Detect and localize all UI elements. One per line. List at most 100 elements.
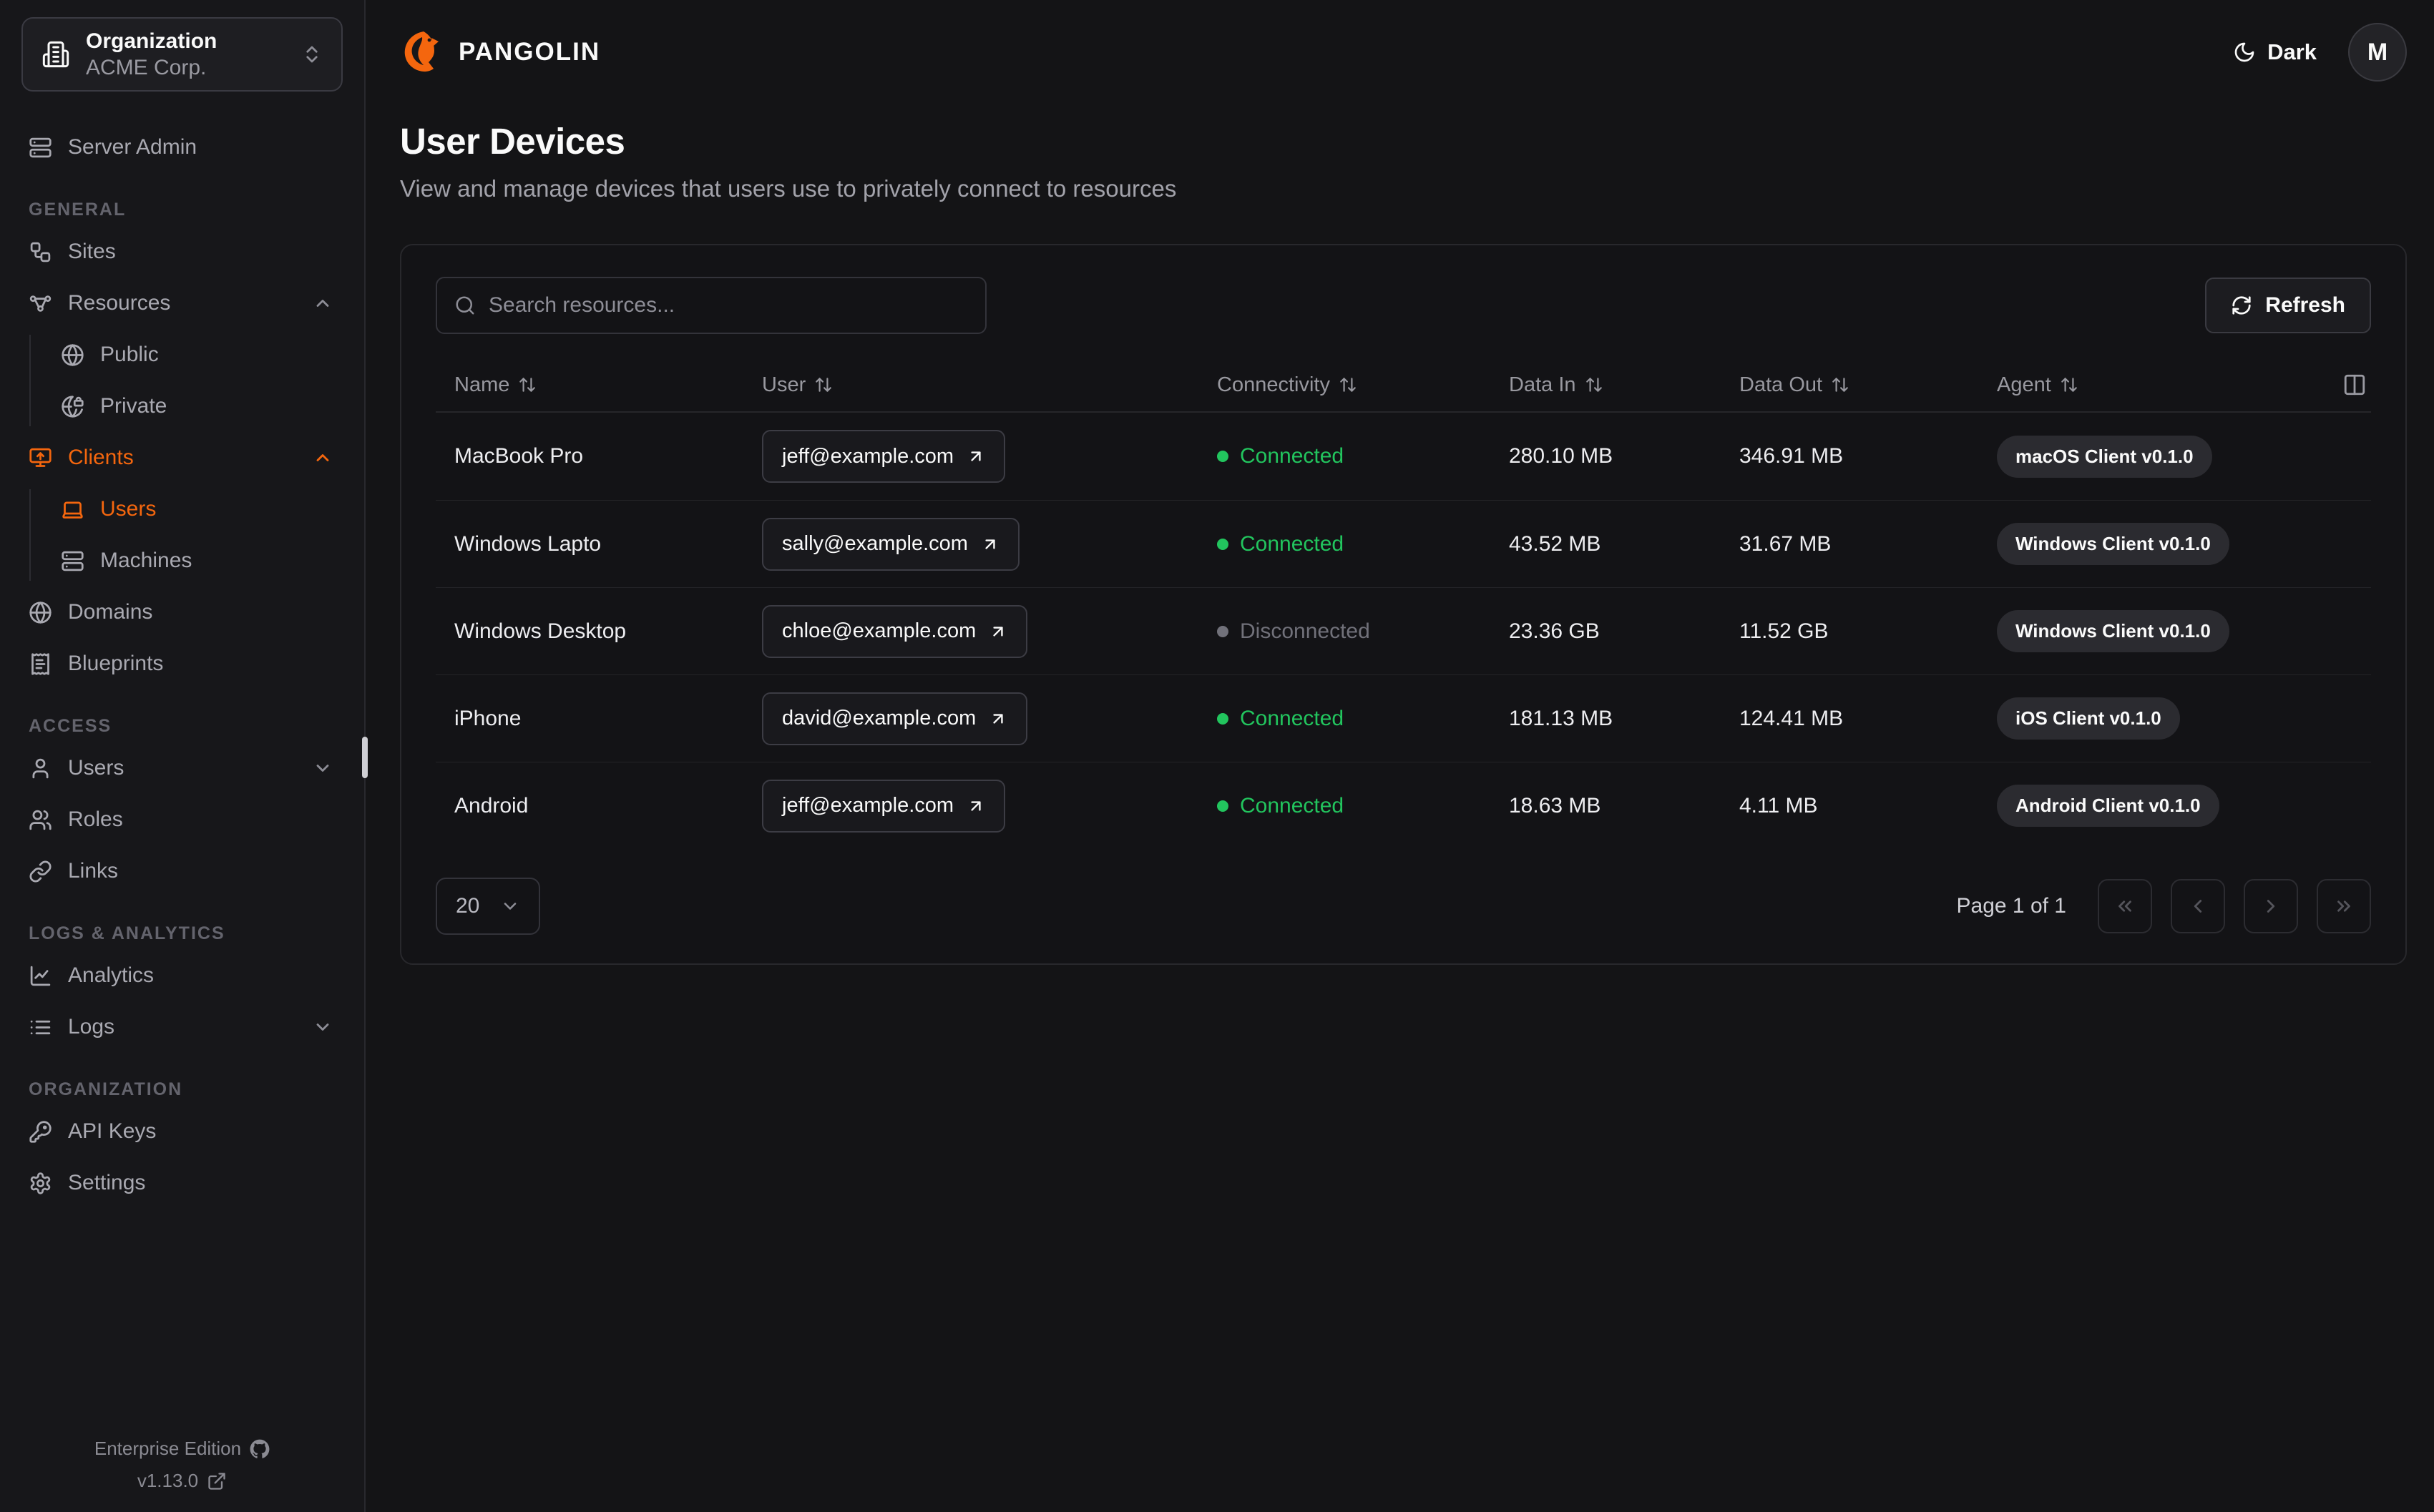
sort-user[interactable]: User: [762, 373, 1217, 397]
key-icon: [29, 1120, 52, 1143]
chevron-up-icon: [316, 454, 329, 461]
status-dot-icon: [1217, 625, 1228, 637]
refresh-icon: [2232, 296, 2251, 315]
moon-icon: [2234, 42, 2254, 62]
globe-lock-icon: [62, 395, 84, 418]
sidebar-item-label: Roles: [68, 807, 123, 831]
sort-agent[interactable]: Agent: [1997, 373, 2371, 397]
sidebar-item-label: Users: [100, 497, 157, 521]
column-label: Connectivity: [1217, 373, 1330, 396]
search-box: [436, 277, 987, 334]
sidebar-item-label: Machines: [100, 549, 192, 572]
user-link[interactable]: chloe@example.com: [762, 604, 1028, 658]
card-footer: 20 Page 1 of 1: [436, 878, 2371, 935]
globe-icon: [62, 343, 84, 366]
status-dot-icon: [1217, 451, 1228, 462]
sidebar-item-private[interactable]: Private: [0, 381, 364, 432]
sidebar-item-public[interactable]: Public: [0, 329, 364, 381]
page-size-select[interactable]: 20: [436, 878, 540, 935]
sidebar-item-label: API Keys: [68, 1119, 157, 1143]
link-icon: [29, 860, 52, 882]
sidebar-item-logs[interactable]: Logs: [0, 1001, 364, 1053]
chevron-down-icon: [316, 1023, 329, 1031]
sidebar-item-server-admin[interactable]: Server Admin: [0, 122, 364, 173]
data-out-value: 31.67 MB: [1739, 531, 1832, 556]
brand-logo[interactable]: PANGOLIN: [400, 29, 600, 75]
avatar-initial: M: [2367, 38, 2388, 66]
sidebar-item-links[interactable]: Links: [0, 845, 364, 897]
sidebar-item-api-keys[interactable]: API Keys: [0, 1106, 364, 1157]
search-input[interactable]: [489, 293, 968, 318]
pagination-prev-button[interactable]: [2171, 879, 2225, 933]
user-link[interactable]: jeff@example.com: [762, 430, 1006, 483]
building-icon: [42, 41, 69, 68]
data-in-value: 280.10 MB: [1509, 444, 1613, 468]
sidebar-item-machines[interactable]: Machines: [0, 535, 364, 586]
connectivity-status: Disconnected: [1217, 619, 1509, 644]
sidebar-item-resources[interactable]: Resources: [0, 278, 364, 329]
sidebar-item-label: Analytics: [68, 963, 155, 987]
column-label: Agent: [1997, 373, 2051, 396]
card-toolbar: Refresh: [436, 277, 2371, 334]
laptop-icon: [62, 501, 83, 519]
columns-toggle-button[interactable]: [2342, 373, 2367, 397]
pagination-next-button[interactable]: [2244, 879, 2298, 933]
table-body: MacBook Pro jeff@example.com Connected 2…: [436, 413, 2371, 849]
connectivity-status: Connected: [1217, 794, 1509, 818]
users-icon: [29, 810, 52, 830]
page-size-value: 20: [456, 894, 480, 918]
list-icon: [30, 1020, 51, 1034]
user-link[interactable]: david@example.com: [762, 692, 1028, 745]
sidebar-item-analytics[interactable]: Analytics: [0, 950, 364, 1001]
sidebar: Organization ACME Corp. Server Admin GEN…: [0, 0, 368, 1512]
user-email: jeff@example.com: [782, 794, 954, 817]
page-info: Page 1 of 1: [1956, 894, 2066, 918]
sort-name[interactable]: Name: [436, 373, 762, 397]
sidebar-item-access-users[interactable]: Users: [0, 742, 364, 794]
sidebar-item-label: Users: [68, 756, 124, 780]
connectivity-status: Connected: [1217, 444, 1509, 468]
sort-connectivity[interactable]: Connectivity: [1217, 373, 1509, 397]
topbar: PANGOLIN Dark M: [400, 21, 2407, 83]
status-text: Connected: [1240, 531, 1344, 556]
sidebar-item-clients[interactable]: Clients: [0, 432, 364, 483]
gear-icon: [30, 1172, 51, 1194]
pagination-last-button[interactable]: [2317, 879, 2371, 933]
sidebar-item-sites[interactable]: Sites: [0, 226, 364, 278]
arrow-up-right-icon: [985, 539, 995, 549]
sidebar-item-domains[interactable]: Domains: [0, 586, 364, 638]
device-name: MacBook Pro: [454, 444, 584, 468]
brand-name: PANGOLIN: [459, 38, 601, 66]
version-link[interactable]: v1.13.0: [137, 1470, 227, 1492]
sidebar-item-blueprints[interactable]: Blueprints: [0, 638, 364, 689]
section-organization: ORGANIZATION: [29, 1079, 183, 1099]
status-text: Disconnected: [1240, 619, 1370, 643]
chevron-down-icon: [504, 903, 517, 910]
theme-toggle[interactable]: Dark: [2233, 39, 2317, 65]
pagination-first-button[interactable]: [2098, 879, 2152, 933]
column-label: Data In: [1509, 373, 1576, 396]
sort-data-in[interactable]: Data In: [1509, 373, 1739, 397]
sidebar-item-settings[interactable]: Settings: [0, 1157, 364, 1209]
column-label: Name: [454, 373, 510, 396]
sort-data-out[interactable]: Data Out: [1739, 373, 1997, 397]
column-label: Data Out: [1739, 373, 1823, 396]
chart-line-icon: [30, 966, 51, 986]
edition-link[interactable]: Enterprise Edition: [94, 1438, 270, 1460]
user-avatar[interactable]: M: [2348, 23, 2407, 82]
user-link[interactable]: sally@example.com: [762, 517, 1020, 571]
server-icon: [62, 551, 84, 571]
github-icon: [250, 1439, 270, 1458]
org-switcher[interactable]: Organization ACME Corp.: [21, 17, 343, 92]
sort-icon: [1585, 378, 1602, 392]
user-email: sally@example.com: [782, 532, 968, 555]
resources-subnav: Public Private: [0, 329, 364, 432]
refresh-button[interactable]: Refresh: [2205, 278, 2371, 333]
user-link[interactable]: jeff@example.com: [762, 779, 1006, 833]
pangolin-logo-icon: [404, 31, 439, 72]
sidebar-item-roles[interactable]: Roles: [0, 794, 364, 845]
status-dot-icon: [1217, 538, 1228, 550]
data-out-value: 124.41 MB: [1739, 706, 1844, 730]
sidebar-scrollbar-thumb[interactable]: [362, 737, 368, 778]
sidebar-item-client-users[interactable]: Users: [0, 483, 364, 535]
